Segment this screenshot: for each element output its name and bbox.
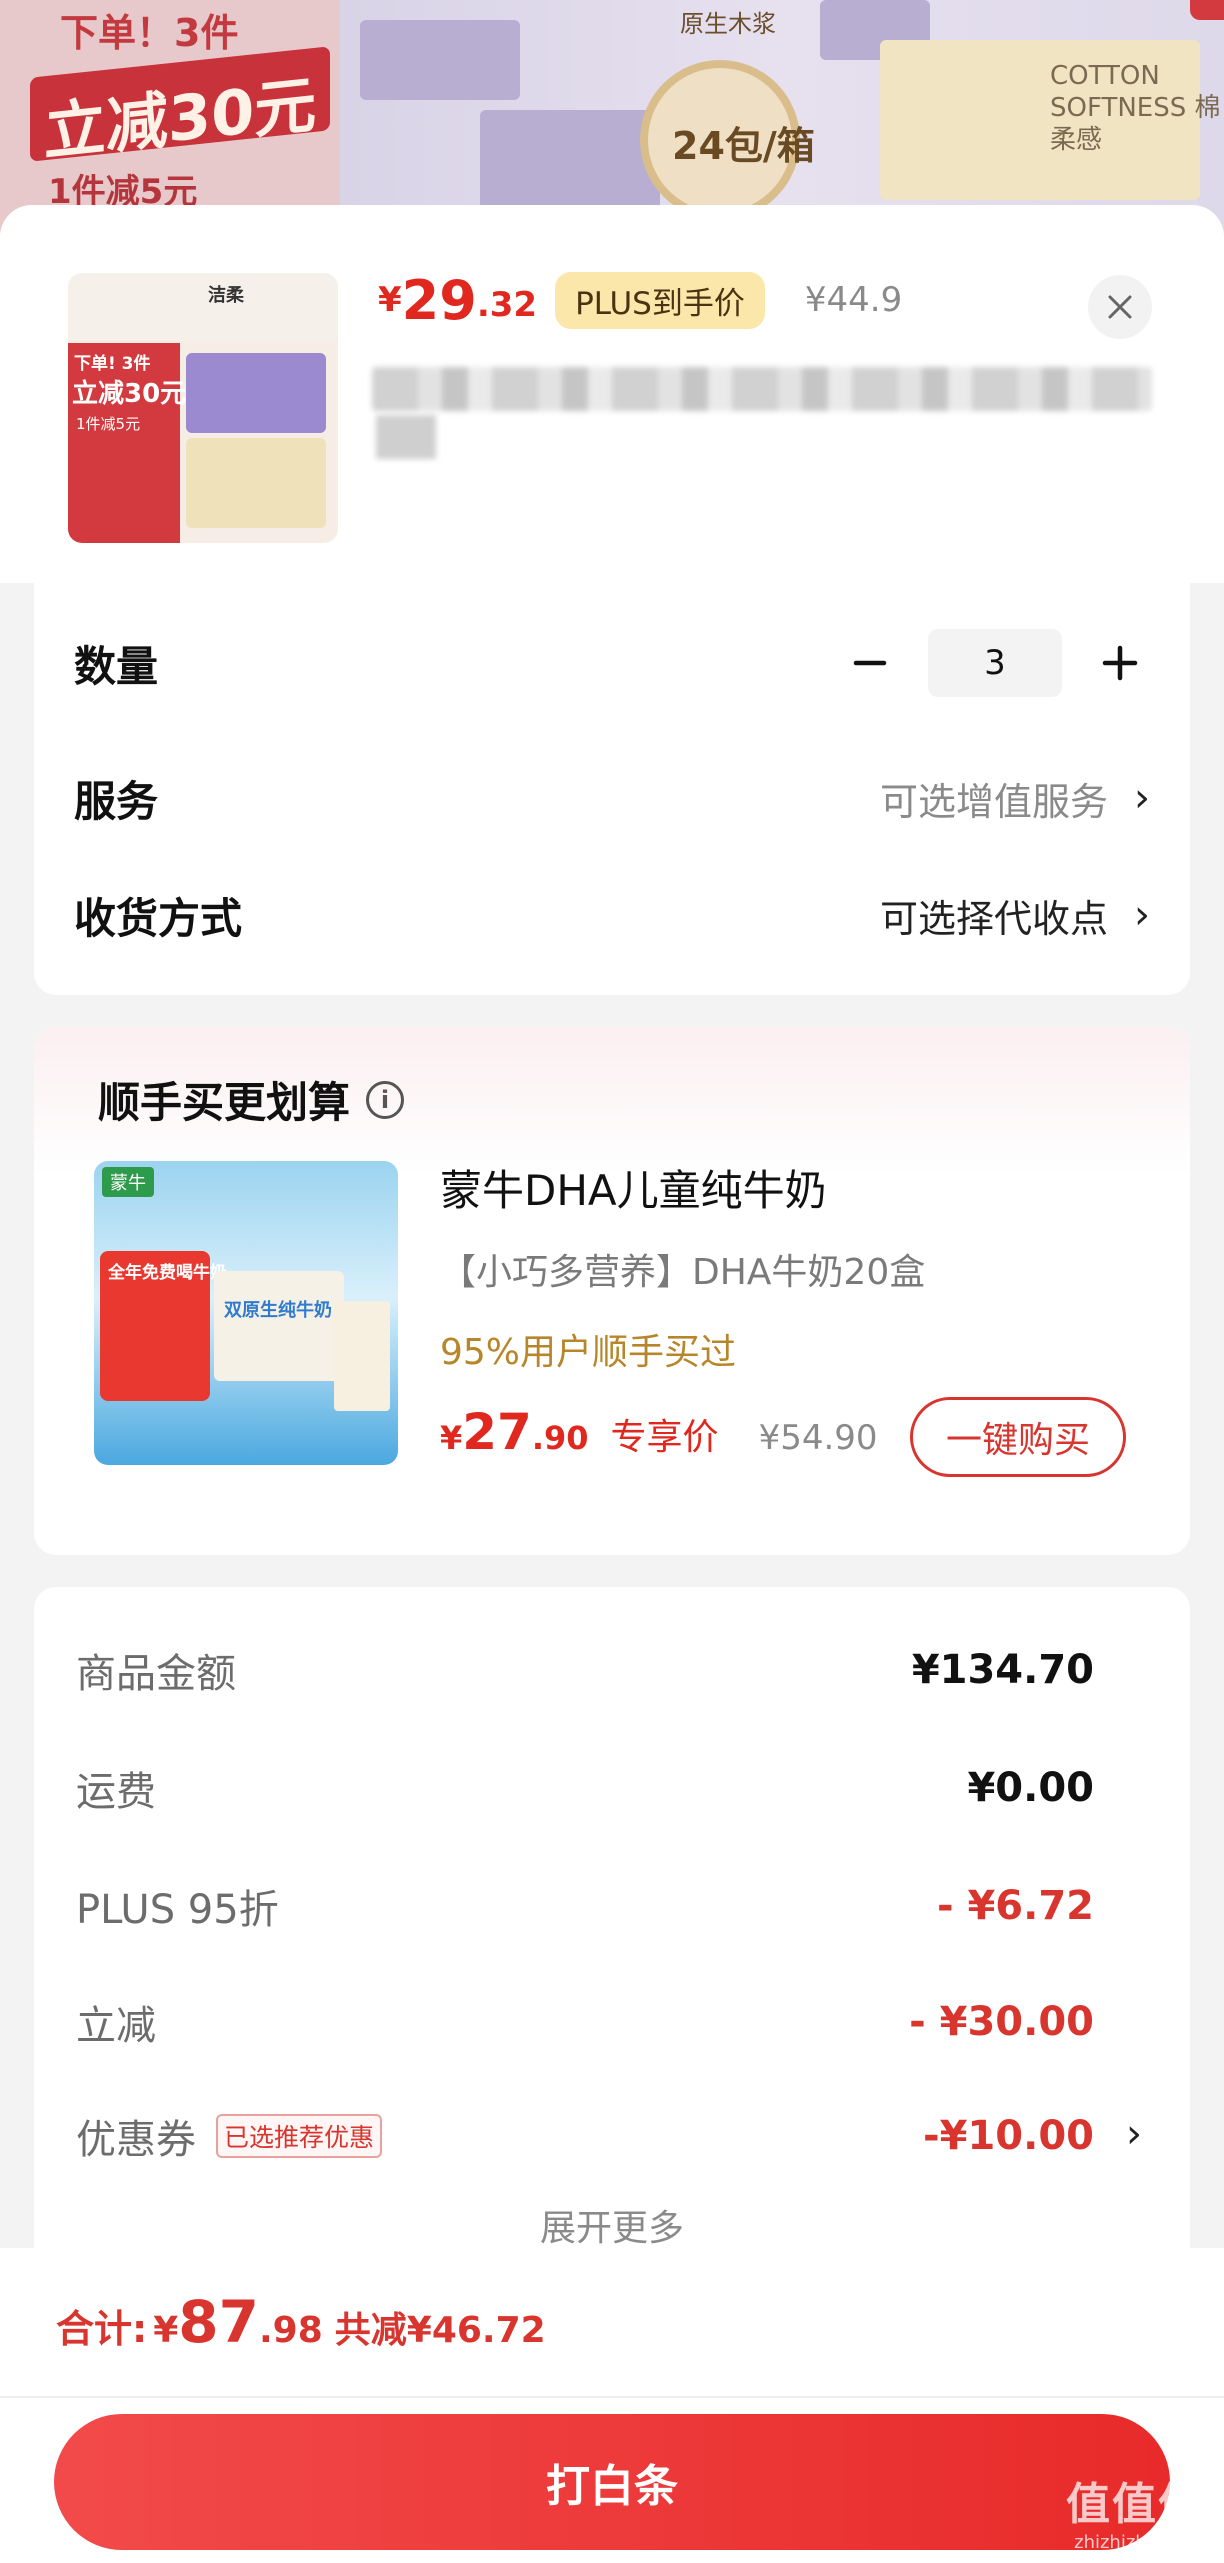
quantity-label: 数量 (74, 641, 159, 691)
price-decimal: .32 (476, 285, 538, 325)
price-currency: ¥ (378, 280, 402, 320)
summary-value: ¥0.00 (967, 1765, 1094, 1811)
service-value: 可选增值服务 › (880, 771, 1150, 826)
chevron-right-icon[interactable]: › (1126, 2111, 1142, 2157)
summary-row-shipping: 运费 ¥0.00 (76, 1753, 1094, 1823)
summary-row-subtotal: 商品金额 ¥134.70 (76, 1635, 1094, 1705)
price-row: ¥ 29 .32 PLUS到手价 ¥44.9 (378, 265, 902, 335)
watermark-logo: 值值值 (1066, 2479, 1204, 2530)
summary-row-instant-discount: 立减 - ¥30.00 (76, 1987, 1094, 2057)
plus-icon (1102, 645, 1138, 681)
total-label: 合计: (56, 2307, 148, 2351)
plus-price-tag: PLUS到手价 (555, 271, 765, 329)
banner-badge-text: 24包/箱 (672, 124, 815, 168)
thumb-line1: 下单! 3件 (74, 354, 151, 374)
service-row[interactable]: 服务 可选增值服务 › (74, 758, 1150, 838)
chevron-right-icon: › (1134, 775, 1150, 821)
delivery-value: 可选择代收点 › (880, 888, 1150, 943)
total-saved: 共减¥46.72 (334, 2310, 546, 2351)
quantity-row: 数量 3 (74, 623, 1150, 703)
corner-badge (1190, 0, 1224, 20)
product-title-blurred (372, 367, 1152, 411)
tissue-package (186, 438, 326, 528)
divider (0, 2396, 1224, 2398)
summary-value: ¥134.70 (911, 1647, 1094, 1693)
milk-box-text: 双原生纯牛奶 (224, 1300, 332, 1321)
minus-icon (853, 660, 887, 666)
package-text: COTTON SOFTNESS 棉柔感 (1050, 61, 1221, 155)
summary-value: - ¥30.00 (909, 1999, 1094, 2045)
quantity-input[interactable]: 3 (928, 629, 1062, 697)
decrease-button[interactable] (840, 633, 900, 693)
product-thumbnail[interactable]: 洁柔 下单! 3件 立减30元 1件减5元 (68, 273, 338, 543)
thumb-big-text: 立减30元 (72, 379, 187, 409)
service-value-text: 可选增值服务 (879, 779, 1108, 824)
close-button[interactable] (1088, 275, 1152, 339)
product-header: 洁柔 下单! 3件 立减30元 1件减5元 ¥ 29 .32 PLUS到手价 ¥… (0, 205, 1224, 583)
milk-purchase-stat: 95%用户顺手买过 (440, 1332, 737, 1373)
price-integer: 29 (401, 268, 477, 332)
coupon-label: 优惠券 已选推荐优惠 (76, 2107, 383, 2165)
milk-product-desc: 【小巧多营养】DHA牛奶20盒 (440, 1252, 926, 1293)
milk-brand-logo: 蒙牛 (102, 1167, 154, 1197)
total-integer: 87 (178, 2288, 259, 2356)
tissue-pack (186, 353, 326, 433)
total-row: 合计: ¥ 87 .98 共减¥46.72 (56, 2288, 546, 2356)
milk-price-currency: ¥ (440, 1419, 463, 1457)
quantity-stepper: 3 (840, 629, 1150, 697)
expand-more-link[interactable]: 展开更多 (34, 2199, 1190, 2251)
chevron-right-icon: › (1134, 892, 1150, 938)
info-icon[interactable]: i (366, 1080, 405, 1119)
summary-label: 运费 (76, 1769, 156, 1815)
background-banner: 下单！3件 立减30元 1件减5元 原生木浆 24包/箱 COTTON SOFT… (0, 0, 1224, 240)
options-card: 数量 3 服务 可选增值服务 › 收货方式 可选择代收点 › (34, 583, 1190, 995)
summary-value: -¥10.00 (923, 2113, 1094, 2159)
coupon-tag: 已选推荐优惠 (216, 2114, 383, 2158)
recommendation-card: 顺手买更划算 i 蒙牛 全年免费喝牛奶 双原生纯牛奶 蒙牛DHA儿童纯牛奶 【小… (34, 1027, 1190, 1555)
milk-product-image[interactable]: 蒙牛 全年免费喝牛奶 双原生纯牛奶 (94, 1161, 398, 1465)
total-currency: ¥ (153, 2310, 179, 2351)
banner-pulp-label: 原生木浆 (680, 10, 776, 38)
banner-line1: 下单！3件 (60, 11, 239, 55)
recommendation-title: 顺手买更划算 i (98, 1069, 405, 1130)
original-price: ¥44.9 (804, 280, 903, 320)
milk-price-tag: 专享价 (610, 1417, 719, 1458)
summary-row-plus-discount: PLUS 95折 - ¥6.72 (76, 1871, 1094, 1941)
summary-label: PLUS 95折 (76, 1887, 279, 1933)
milk-product-name[interactable]: 蒙牛DHA儿童纯牛奶 (440, 1157, 827, 1218)
purchase-sheet: 洁柔 下单! 3件 立减30元 1件减5元 ¥ 29 .32 PLUS到手价 ¥… (0, 205, 1224, 2563)
milk-price-integer: 27 (462, 1403, 532, 1461)
delivery-label: 收货方式 (74, 893, 243, 943)
recommendation-title-text: 顺手买更划算 (98, 1078, 351, 1127)
milk-original-price: ¥54.90 (758, 1418, 878, 1458)
thumb-brand-logo: 洁柔 (208, 285, 244, 306)
watermark-url: zhizhizhi.com (1074, 2532, 1196, 2553)
milk-box (214, 1271, 344, 1381)
tissue-pack (360, 20, 520, 100)
pay-with-baitiao-button[interactable]: 打白条 (54, 2414, 1170, 2550)
total-decimal: .98 (258, 2310, 323, 2351)
service-label: 服务 (74, 776, 159, 826)
product-subtitle-blurred (376, 415, 436, 459)
milk-price-row: ¥ 27 .90 专享价 ¥54.90 (440, 1403, 878, 1461)
thumb-line2: 1件减5元 (76, 415, 141, 433)
checkout-bar: 合计: ¥ 87 .98 共减¥46.72 打白条 (0, 2248, 1224, 2563)
tissue-pack (480, 110, 660, 210)
milk-price-decimal: .90 (531, 1419, 589, 1457)
delivery-row[interactable]: 收货方式 可选择代收点 › (74, 875, 1150, 955)
summary-value: - ¥6.72 (936, 1883, 1094, 1929)
summary-label: 立减 (76, 2003, 156, 2049)
watermark: 值值值 zhizhizhi.com (1066, 2468, 1204, 2553)
milk-promo-text: 全年免费喝牛奶 (108, 1263, 227, 1283)
increase-button[interactable] (1090, 633, 1150, 693)
delivery-value-text: 可选择代收点 (879, 896, 1108, 941)
one-click-buy-button[interactable]: 一键购买 (910, 1397, 1126, 1477)
summary-label: 优惠券 (76, 2117, 196, 2163)
close-icon (1108, 295, 1132, 319)
summary-row-coupon[interactable]: 优惠券 已选推荐优惠 -¥10.00 (76, 2101, 1094, 2171)
summary-label: 商品金额 (76, 1651, 236, 1697)
milk-carton (334, 1301, 390, 1411)
